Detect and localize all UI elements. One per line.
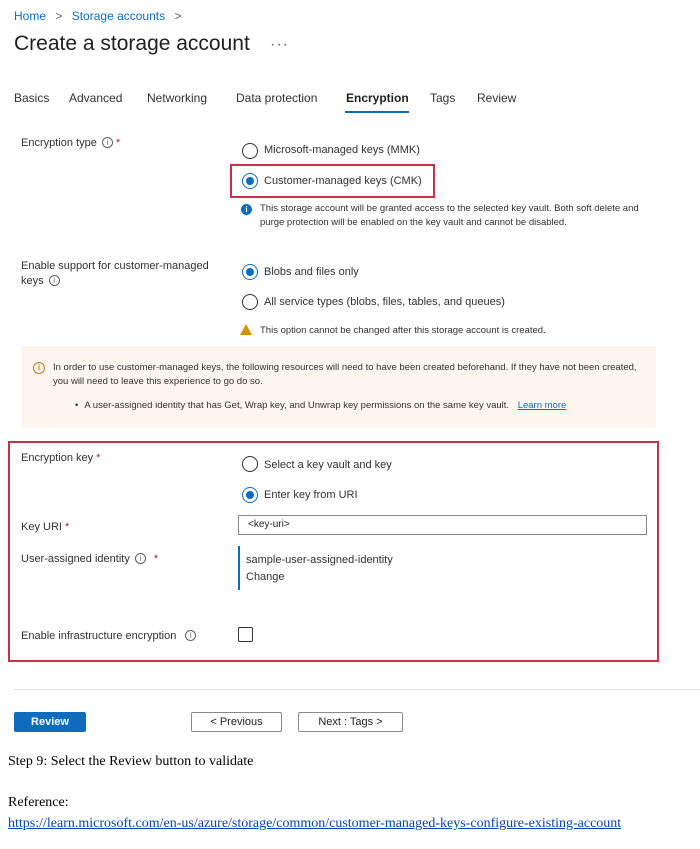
reference-label: Reference: [8, 795, 69, 810]
page-title: Create a storage account [14, 32, 250, 55]
more-options-icon[interactable]: ··· [270, 36, 289, 54]
warning-icon [240, 324, 252, 335]
breadcrumb-separator: > [174, 9, 182, 23]
info-icon[interactable]: i [48, 275, 60, 286]
required-marker: * [96, 452, 101, 464]
tab-basics[interactable]: Basics [14, 91, 49, 105]
radio-mmk-label[interactable]: Microsoft-managed keys (MMK) [264, 144, 420, 156]
identity-value: sample-user-assigned-identity [246, 554, 393, 566]
radio-blobs-files-label[interactable]: Blobs and files only [264, 266, 359, 278]
radio-enter-key-uri-label[interactable]: Enter key from URI [264, 489, 358, 501]
banner-text: In order to use customer-managed keys, t… [53, 362, 637, 387]
previous-button[interactable]: < Previous [191, 712, 282, 732]
required-marker: * [115, 137, 121, 149]
required-marker: * [64, 521, 70, 533]
tab-advanced[interactable]: Advanced [69, 91, 122, 105]
key-uri-label: Key URI * [21, 521, 70, 533]
tab-tags[interactable]: Tags [430, 91, 455, 105]
user-assigned-identity-label: User-assigned identity i * [21, 553, 159, 565]
active-tab-indicator [345, 111, 409, 113]
change-identity-link[interactable]: Change [246, 571, 285, 583]
required-marker: * [153, 553, 159, 565]
radio-all-services[interactable] [242, 294, 258, 310]
infra-encryption-label: Enable infrastructure encryption i [21, 630, 197, 642]
info-icon[interactable]: i [134, 553, 146, 564]
cmk-support-warning: This option cannot be changed after this… [260, 325, 546, 336]
info-icon[interactable]: i [101, 137, 113, 148]
tab-encryption[interactable]: Encryption [346, 91, 409, 105]
breadcrumb-separator: > [55, 9, 63, 23]
radio-select-key-vault-label[interactable]: Select a key vault and key [264, 459, 392, 471]
tab-data-protection[interactable]: Data protection [236, 91, 317, 105]
reference-link[interactable]: https://learn.microsoft.com/en-us/azure/… [8, 816, 621, 832]
key-uri-input[interactable]: <key-uri> [238, 515, 647, 535]
tab-networking[interactable]: Networking [147, 91, 207, 105]
breadcrumb-home[interactable]: Home [14, 9, 46, 23]
divider [14, 689, 700, 690]
review-button[interactable]: Review [14, 712, 86, 732]
radio-blobs-files[interactable] [242, 264, 258, 280]
radio-mmk[interactable] [242, 143, 258, 159]
radio-select-key-vault[interactable] [242, 456, 258, 472]
next-tags-button[interactable]: Next : Tags > [298, 712, 403, 732]
breadcrumb-storage-accounts[interactable]: Storage accounts [72, 9, 165, 23]
radio-enter-key-uri[interactable] [242, 487, 258, 503]
step-instruction: Step 9: Select the Review button to vali… [8, 754, 254, 769]
cmk-support-label: Enable support for customer-managed keys… [21, 260, 209, 287]
banner-bullet: • A user-assigned identity that has Get, … [75, 400, 567, 411]
encryption-key-label: Encryption key * [21, 452, 101, 464]
info-icon: i [33, 362, 45, 374]
info-icon[interactable]: i [185, 630, 197, 641]
radio-cmk[interactable] [242, 173, 258, 189]
tab-review[interactable]: Review [477, 91, 516, 105]
identity-accent-bar [238, 546, 240, 590]
info-icon: i [241, 204, 252, 215]
breadcrumb: Home > Storage accounts > [14, 9, 187, 23]
infra-encryption-checkbox[interactable] [238, 627, 253, 642]
highlight-box [8, 441, 659, 662]
radio-all-services-label[interactable]: All service types (blobs, files, tables,… [264, 296, 505, 308]
learn-more-link[interactable]: Learn more [518, 400, 567, 411]
cmk-info-note: This storage account will be granted acc… [260, 203, 639, 228]
encryption-type-label: Encryption type i * [21, 137, 121, 149]
radio-cmk-label[interactable]: Customer-managed keys (CMK) [264, 175, 422, 187]
